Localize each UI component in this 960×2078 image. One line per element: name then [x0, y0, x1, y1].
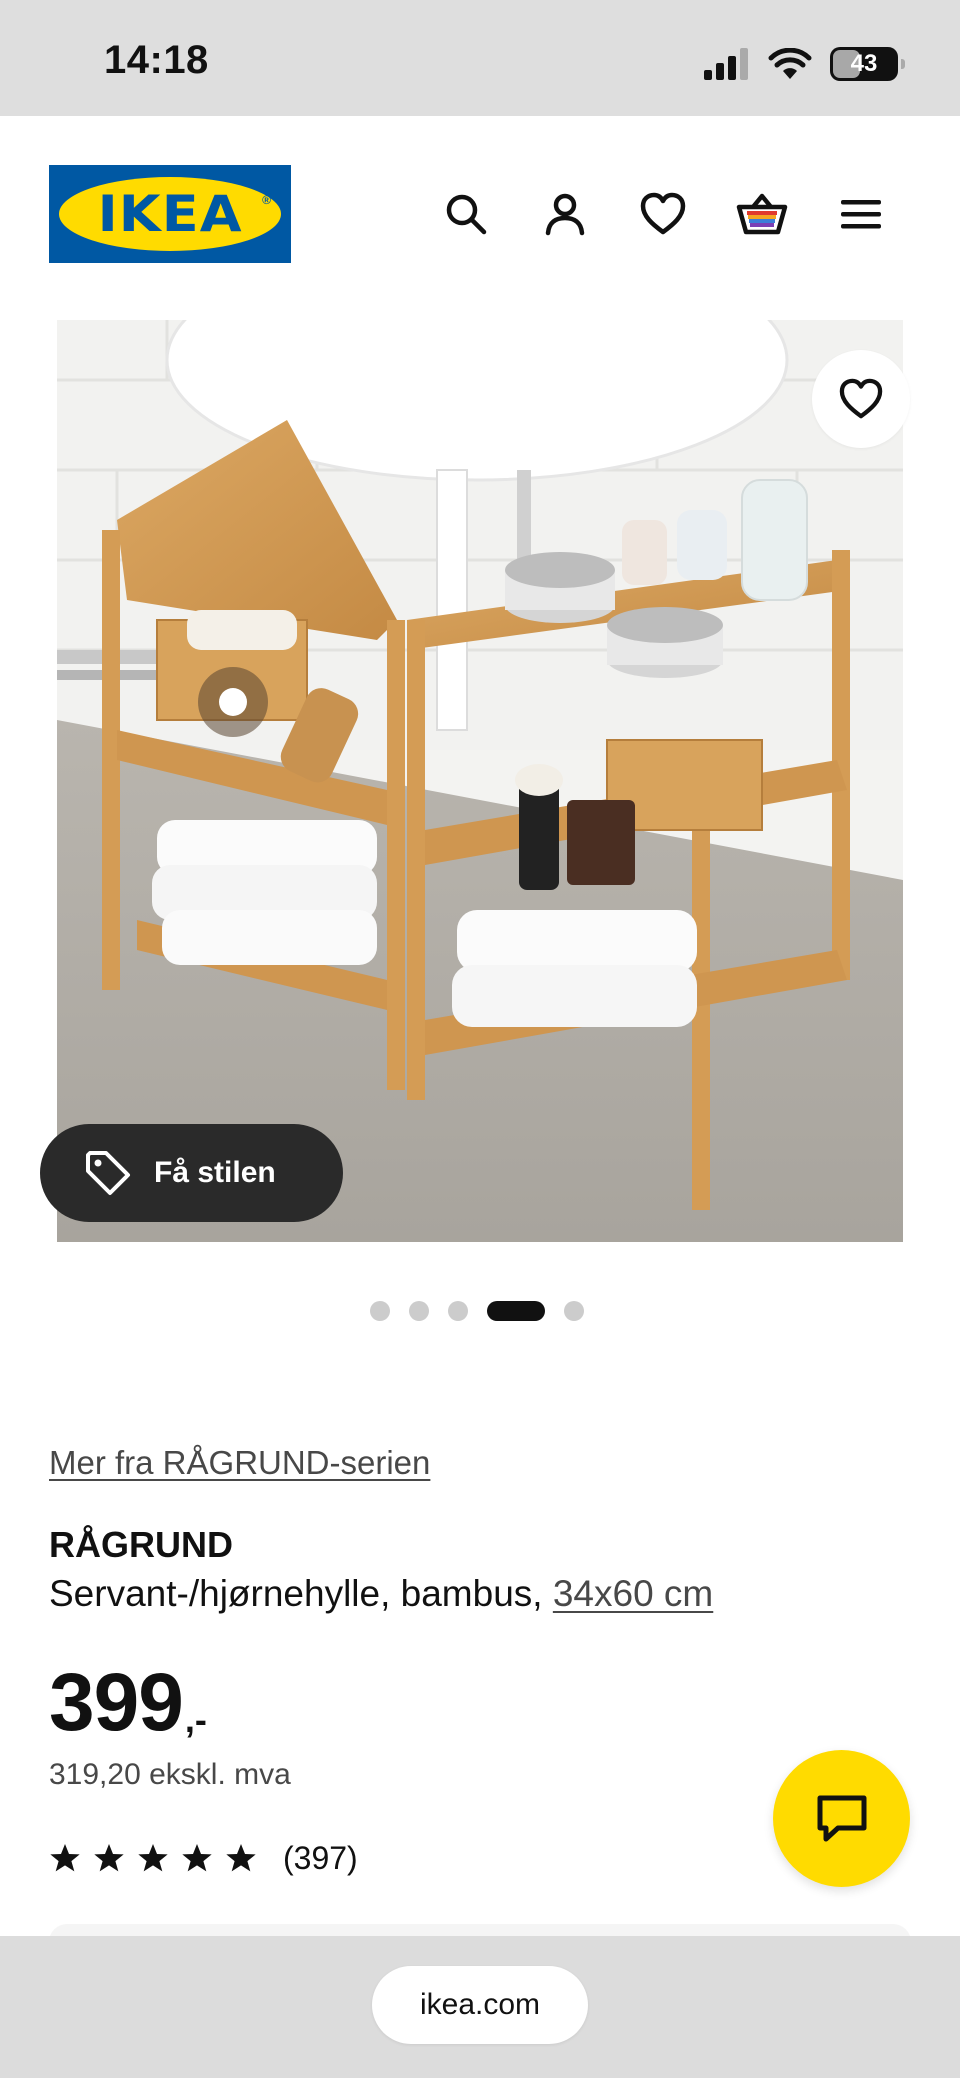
wifi-icon: [768, 48, 812, 79]
logo-text: IKEA: [97, 185, 243, 243]
product-name: RÅGRUND: [49, 1524, 233, 1565]
product-photo: [57, 320, 903, 1242]
address-bar[interactable]: ikea.com: [372, 1966, 588, 2044]
search-icon: [446, 194, 487, 235]
menu-icon: [841, 200, 881, 229]
battery-percent: 43: [850, 50, 878, 77]
account-button[interactable]: [539, 188, 591, 240]
price-amount: 399: [49, 1657, 184, 1748]
product-price: 399 ,-: [49, 1654, 207, 1744]
cellular-signal-icon: [704, 48, 748, 80]
product-hotspot[interactable]: [198, 667, 268, 737]
product-rating[interactable]: (397): [49, 1838, 358, 1878]
user-icon: [545, 193, 585, 236]
product-description: Servant-/hjørnehylle, bambus, 34x60 cm: [49, 1573, 713, 1615]
pagination-dot[interactable]: [370, 1301, 390, 1321]
star-icon: [226, 1844, 256, 1872]
chat-button[interactable]: [773, 1750, 910, 1887]
heart-icon: [640, 192, 686, 235]
status-icons: 43: [704, 44, 905, 84]
ikea-logo[interactable]: IKEA ®: [49, 165, 291, 263]
pagination-dot[interactable]: [448, 1301, 468, 1321]
cart-icon: [736, 193, 788, 235]
search-button[interactable]: [440, 188, 492, 240]
star-icon: [94, 1844, 124, 1872]
star-icon: [138, 1844, 168, 1872]
status-time: 14:18: [104, 38, 209, 82]
header-icons: [440, 188, 900, 240]
add-to-favourites-button[interactable]: [812, 350, 910, 448]
favourites-button[interactable]: [637, 188, 689, 240]
rating-stars: [49, 1842, 257, 1874]
menu-button[interactable]: [835, 188, 887, 240]
shop-the-look-label: Få stilen: [154, 1156, 276, 1189]
chat-icon: [817, 1795, 866, 1841]
battery-icon: 43: [830, 47, 905, 81]
site-header: IKEA ®: [0, 116, 960, 306]
cart-button[interactable]: [736, 188, 788, 240]
product-size-link[interactable]: 34x60 cm: [553, 1573, 713, 1614]
pagination-dot[interactable]: [564, 1301, 584, 1321]
image-pagination: [370, 1300, 584, 1322]
product-image[interactable]: [57, 320, 903, 1242]
pagination-dot[interactable]: [409, 1301, 429, 1321]
price-excluding-vat: 319,20 ekskl. mva: [49, 1758, 291, 1791]
heart-icon: [839, 378, 883, 419]
tag-icon: [86, 1151, 130, 1195]
status-bar: 14:18 43: [0, 0, 960, 116]
series-link[interactable]: Mer fra RÅGRUND-serien: [49, 1444, 430, 1482]
star-icon: [50, 1844, 80, 1872]
star-icon: [182, 1844, 212, 1872]
price-suffix: ,-: [184, 1699, 207, 1740]
pagination-dot-active[interactable]: [487, 1301, 545, 1321]
rating-count: (397): [283, 1839, 358, 1876]
browser-bar: ikea.com: [0, 1936, 960, 2078]
shop-the-look-button[interactable]: Få stilen: [40, 1124, 343, 1222]
product-description-text: Servant-/hjørnehylle, bambus,: [49, 1573, 553, 1614]
